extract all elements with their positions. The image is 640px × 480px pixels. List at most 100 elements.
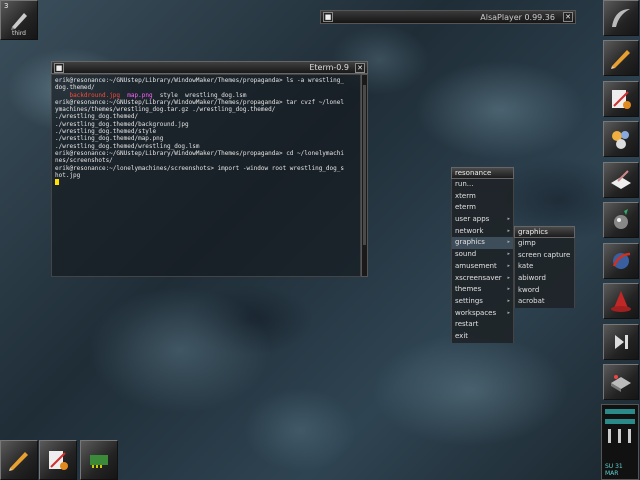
eterm-window[interactable]: ■ Eterm-0.9 ✕ erik@resonance:~/GNUstep/L… [51, 61, 368, 279]
bubbles-icon [612, 131, 629, 149]
terminal-line: erik@resonance:~/GNUstep/Library/WindowM… [55, 77, 344, 84]
wizard-hat-icon [611, 291, 631, 312]
terminal-line: erik@resonance:~/GNUstep/Library/WindowM… [55, 98, 344, 106]
menu-item-eterm[interactable]: eterm [451, 202, 514, 215]
menu-item-label: sound [455, 250, 477, 259]
dock-tile-windowmaker[interactable] [603, 0, 639, 36]
miniwindow-title: third [12, 30, 26, 37]
terminal-line: ymachines/themes/wrestling_dog.tar.gz ./… [55, 106, 276, 114]
menu-item-screen-capture[interactable]: screen capture [514, 249, 575, 262]
submenu-arrow-icon: ▸ [507, 286, 510, 293]
menu-item-label: exit [455, 331, 469, 340]
menu-item-label: amusement [455, 261, 497, 270]
dock-tile-gimp[interactable] [603, 202, 639, 238]
ls-file-magenta: map.png [127, 91, 153, 99]
root-menu[interactable]: resonance run... xterm eterm user apps ▸ netw… [451, 167, 514, 343]
menu-item-exit[interactable]: exit [451, 330, 514, 343]
menu-item-xterm[interactable]: xterm [451, 190, 514, 203]
dock-tile-office[interactable] [603, 81, 639, 117]
terminal-output[interactable]: erik@resonance:~/GNUstep/Library/WindowM… [51, 74, 361, 277]
terminal-line: ./wrestling_dog.themed/wrestling_dog.lsm [55, 142, 200, 150]
scrollbar-thumb[interactable] [363, 85, 366, 245]
menu-item-abiword[interactable]: abiword [514, 273, 575, 285]
menu-item-run[interactable]: run... [451, 179, 514, 191]
menu-item-graphics[interactable]: graphics ▸ [451, 237, 514, 250]
menu-item-label: workspaces [455, 308, 497, 317]
windowmaker-icon [612, 9, 630, 27]
clip-tile-office[interactable] [39, 440, 77, 480]
root-menu-title[interactable]: resonance [451, 167, 514, 179]
terminal-line: ./wrestling_dog.themed/style [55, 128, 157, 136]
submenu-arrow-icon: ▸ [507, 309, 510, 316]
menu-item-kate[interactable]: kate [514, 261, 575, 274]
pencil-icon [611, 50, 630, 69]
dock-tile-writer[interactable] [603, 162, 639, 198]
menu-item-amusement[interactable]: amusement ▸ [451, 260, 514, 273]
menu-item-gimp[interactable]: gimp [514, 238, 575, 250]
media-next-icon [615, 335, 628, 349]
ls-file-plain: style wrestling_dog.lsm [159, 91, 247, 99]
submenu-arrow-icon: ▸ [507, 251, 510, 258]
miniaturize-button[interactable]: ■ [54, 62, 64, 73]
dock-tile-media[interactable] [603, 324, 639, 360]
menu-item-label: run... [455, 180, 474, 188]
close-button[interactable]: ✕ [563, 12, 573, 22]
office-icon [612, 90, 631, 109]
dock-tile-wizard[interactable] [603, 283, 639, 319]
menu-item-kword[interactable]: kword [514, 284, 575, 297]
graphics-menu-title[interactable]: graphics [514, 226, 575, 238]
terminal-line: erik@resonance:~/GNUstep/Library/WindowM… [55, 149, 344, 157]
submenu-arrow-icon: ▸ [507, 297, 510, 304]
dock-tile-harddrive[interactable] [603, 364, 639, 400]
clip-tile-pencil[interactable] [0, 440, 38, 480]
submenu-arrow-icon: ▸ [507, 262, 510, 269]
close-button[interactable]: ✕ [355, 62, 365, 73]
menu-item-network[interactable]: network ▸ [451, 225, 514, 238]
menu-item-restart[interactable]: restart [451, 319, 514, 331]
menu-item-label: restart [455, 320, 479, 329]
writer-icon [611, 170, 631, 189]
menu-item-label: user apps [455, 215, 490, 224]
terminal-line: ./wrestling_dog.themed/map.png [55, 135, 164, 143]
menu-item-label: eterm [455, 203, 476, 212]
pencil-icon [9, 452, 28, 471]
alsaplayer-title: AlsaPlayer 0.99.36 [480, 12, 555, 22]
dock-tile-pencil[interactable] [603, 40, 639, 76]
menu-item-label: settings [455, 296, 483, 305]
terminal-line: backdround.jpg map.png style wrestling_d… [55, 92, 357, 99]
mixer-icon [605, 409, 635, 443]
menu-item-label: network [455, 226, 484, 235]
network-card-icon [90, 455, 108, 468]
menu-item-sound[interactable]: sound ▸ [451, 249, 514, 261]
dock-tile-bubbles[interactable] [603, 121, 639, 157]
clip-tile-network[interactable] [80, 440, 118, 480]
clock-dockapp[interactable]: SU 31 MAR [601, 404, 639, 480]
terminal-line: dog.themed/ [55, 84, 95, 92]
terminal-cursor-line [55, 179, 357, 187]
terminal-line: ./wrestling_dog.themed/background.jpg [55, 120, 189, 128]
scrollbar[interactable] [361, 74, 368, 277]
workspace-number: 3 [4, 2, 9, 10]
menu-item-label: xterm [455, 191, 476, 200]
harddrive-icon [611, 375, 631, 392]
browser-icon [612, 252, 631, 269]
miniaturize-button[interactable]: ■ [323, 12, 333, 22]
submenu-arrow-icon: ▸ [507, 274, 510, 281]
menu-item-themes[interactable]: themes ▸ [451, 284, 514, 296]
menu-item-workspaces[interactable]: workspaces ▸ [451, 307, 514, 320]
graphics-submenu[interactable]: graphics gimp screen capture kate abiword kw… [514, 226, 575, 309]
miniwindow-third[interactable]: 3 third [0, 0, 38, 40]
terminal-line: erik@resonance:~/lonelymachines/screensh… [55, 164, 344, 172]
menu-item-xscreensaver[interactable]: xscreensaver ▸ [451, 272, 514, 285]
submenu-arrow-icon: ▸ [507, 239, 510, 246]
submenu-arrow-icon: ▸ [507, 227, 510, 234]
dock-tile-browser[interactable] [603, 243, 639, 279]
menu-item-settings[interactable]: settings ▸ [451, 295, 514, 308]
menu-item-label: themes [455, 285, 482, 294]
menu-item-acrobat[interactable]: acrobat [514, 296, 575, 309]
eterm-titlebar[interactable]: ■ Eterm-0.9 ✕ [51, 61, 368, 74]
clock-date: SU 31 MAR [605, 463, 623, 477]
menu-item-user-apps[interactable]: user apps ▸ [451, 214, 514, 226]
eterm-title: Eterm-0.9 [309, 63, 349, 72]
alsaplayer-window[interactable]: ■ AlsaPlayer 0.99.36 ✕ [320, 10, 576, 24]
